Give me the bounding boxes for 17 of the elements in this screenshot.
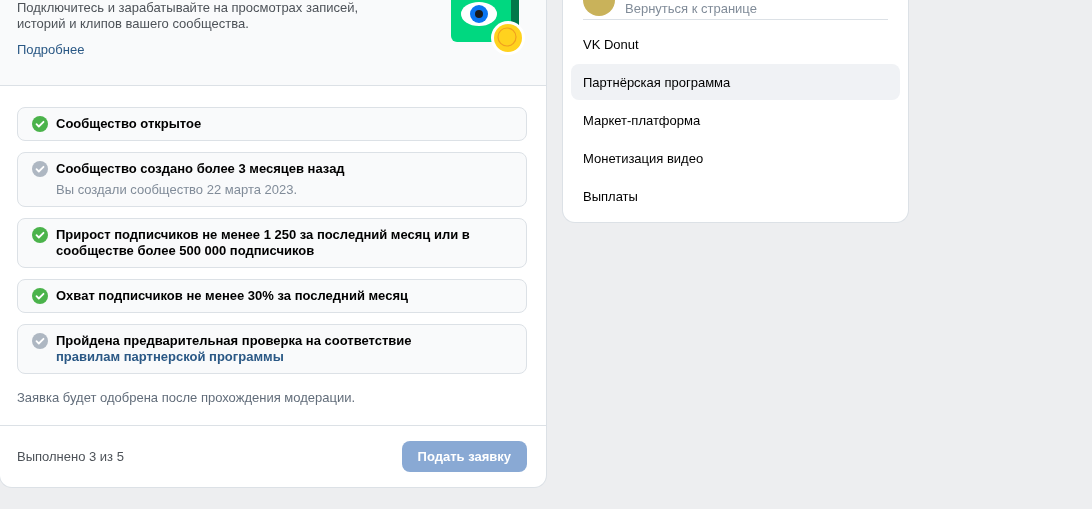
menu-item[interactable]: Партнёрская программа [571, 64, 900, 100]
back-link[interactable]: Вернуться к странице [625, 1, 757, 16]
requirement-text: Пройдена предварительная проверка на соответствие правилам партнерской программы [56, 333, 413, 365]
requirement-text: Охват подписчиков не менее 30% за последний месяц [56, 288, 408, 304]
rules-link[interactable]: правилам партнерской программы [56, 349, 284, 364]
requirement-text: Прирост подписчиков не менее 1 250 за последний месяц или в сообществе более 500 000 подписчиков [56, 227, 471, 259]
moderation-note: Заявка будет одобрена после прохождения модерации. [16, 390, 357, 407]
requirement-note: Вы создали сообщество 22 марта 2023. [56, 182, 299, 198]
description-text: Подключитесь и зарабатывайте на просмотрах записей, историй и клипов вашего сообщества. [17, 0, 360, 32]
progress-text: Выполнено 3 из 5 [17, 449, 124, 464]
more-link[interactable]: Подробнее [17, 42, 85, 57]
menu-item[interactable]: VK Donut [571, 26, 900, 62]
requirement-text: Сообщество открытое [56, 116, 202, 132]
menu-item[interactable]: Монетизация видео [571, 140, 900, 176]
menu-item[interactable]: Маркет-платформа [571, 102, 900, 138]
requirement-text: Сообщество создано более 3 месяцев назад [56, 161, 345, 177]
menu-item[interactable]: Выплаты [571, 178, 900, 214]
